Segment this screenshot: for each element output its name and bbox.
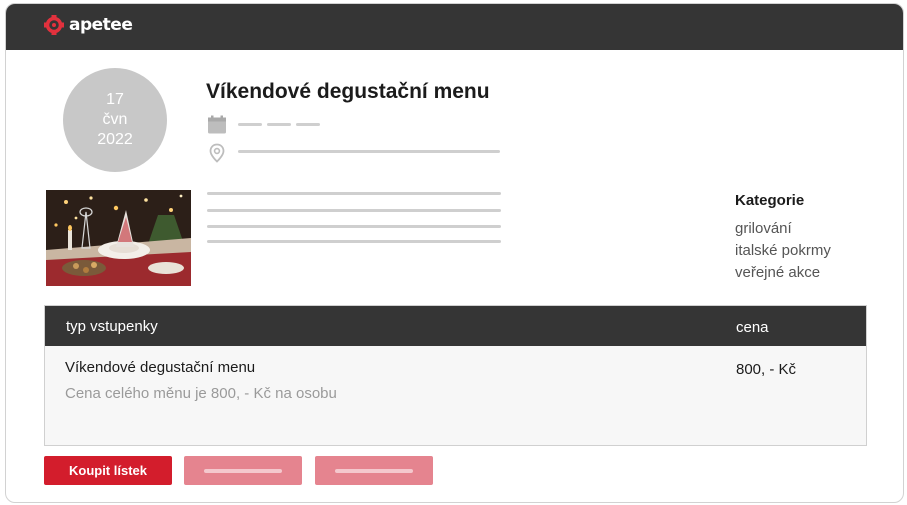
date-placeholder-line bbox=[267, 123, 291, 126]
brand-logo[interactable]: apetee bbox=[44, 15, 133, 35]
tertiary-placeholder-button[interactable] bbox=[315, 456, 433, 485]
category-item[interactable]: grilování bbox=[735, 218, 831, 240]
logo-text: apetee bbox=[69, 15, 133, 35]
category-item[interactable]: italské pokrmy bbox=[735, 240, 831, 262]
ticket-description: Cena celého měnu je 800, - Kč na osobu bbox=[65, 385, 337, 402]
description-placeholder-line bbox=[207, 240, 501, 243]
event-date-day: 17 bbox=[106, 91, 124, 108]
ticket-price: 800, - Kč bbox=[736, 361, 797, 378]
description-placeholder-line bbox=[207, 225, 501, 228]
ticket-row[interactable]: Víkendové degustační menu Cena celého mě… bbox=[45, 346, 866, 445]
ticket-table: typ vstupenky cena Víkendové degustační … bbox=[44, 305, 867, 446]
event-date-badge: 17 čvn 2022 bbox=[63, 68, 167, 172]
buy-ticket-button[interactable]: Koupit lístek bbox=[44, 456, 172, 485]
app-window: apetee 17 čvn 2022 Víkendové degustační … bbox=[5, 3, 904, 503]
ticket-name: Víkendové degustační menu bbox=[65, 359, 256, 376]
event-photo bbox=[46, 190, 191, 286]
categories-heading: Kategorie bbox=[735, 192, 805, 209]
column-header-price: cena bbox=[736, 319, 769, 336]
location-pin-icon bbox=[209, 143, 225, 163]
event-date-month: čvn bbox=[102, 111, 128, 128]
description-placeholder-line bbox=[207, 209, 501, 212]
categories-panel: Kategorie grilování italské pokrmy veřej… bbox=[735, 192, 831, 284]
category-item[interactable]: veřejné akce bbox=[735, 262, 831, 284]
location-placeholder-line bbox=[238, 150, 500, 153]
button-placeholder-line bbox=[204, 469, 282, 473]
calendar-icon bbox=[208, 115, 226, 134]
date-placeholder-line bbox=[296, 123, 320, 126]
description-placeholder-line bbox=[207, 192, 501, 195]
event-title: Víkendové degustační menu bbox=[206, 80, 490, 103]
ticket-table-header: typ vstupenky cena bbox=[45, 306, 866, 346]
button-placeholder-line bbox=[335, 469, 413, 473]
event-photo-image bbox=[46, 190, 191, 286]
event-date-year: 2022 bbox=[97, 131, 133, 148]
date-placeholder-line bbox=[238, 123, 262, 126]
secondary-placeholder-button[interactable] bbox=[184, 456, 302, 485]
column-header-ticket-type: typ vstupenky bbox=[66, 318, 158, 335]
logo-mark-icon bbox=[44, 15, 64, 35]
top-bar: apetee bbox=[6, 4, 903, 50]
